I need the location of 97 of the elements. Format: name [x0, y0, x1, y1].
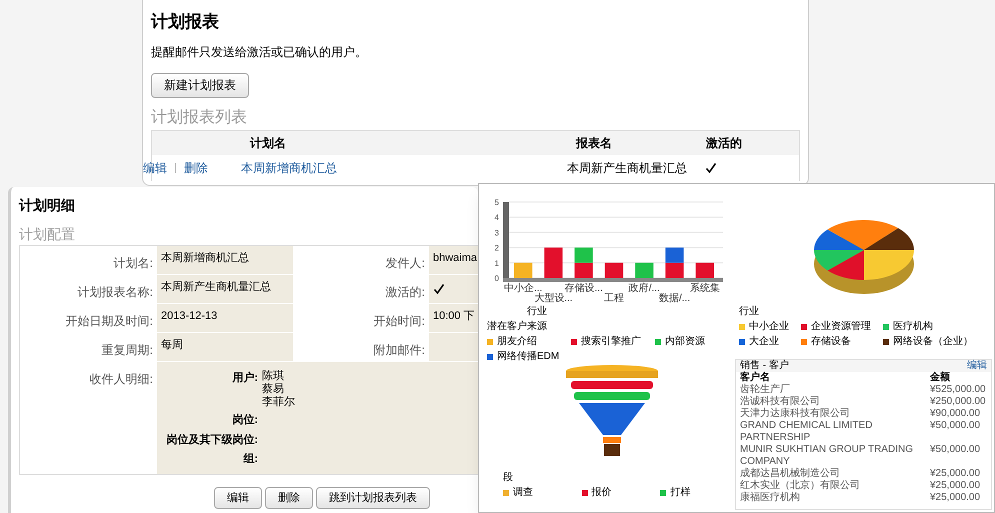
- table-cell-text: 成都达昌机械制造公司: [740, 468, 841, 480]
- field-label: 开始日期及时间:: [64, 313, 154, 330]
- bar-segment: [665, 248, 684, 263]
- category-label: 大型设...: [534, 293, 573, 304]
- group-label: 岗位:: [231, 412, 259, 428]
- group-label: 岗位及其下级岗位:: [165, 432, 259, 448]
- recipient-name: 李菲尔: [262, 396, 295, 409]
- row-link[interactable]: 删除: [184, 158, 208, 176]
- table-cell-text: 天津力达康科技有限公司: [740, 408, 851, 420]
- column-header: 激活的: [706, 134, 742, 152]
- field-label: 发件人:: [384, 255, 426, 272]
- legend-label: 调查: [513, 486, 533, 500]
- category-label: 系统集: [690, 283, 720, 294]
- row-link[interactable]: 编辑: [143, 158, 167, 176]
- legend-label: 网络传播EDM: [497, 350, 560, 364]
- table-cell: ¥90,000.00: [930, 408, 980, 420]
- category-label: 中小企...: [504, 283, 542, 294]
- plan-name-link[interactable]: 本周新增商机汇总: [241, 158, 567, 176]
- field-value: bhwaima: [429, 246, 478, 275]
- legend-label: 存储设备: [811, 334, 851, 349]
- panel-title: 计划报表: [151, 11, 220, 33]
- legend-title: 潜在客户来源: [487, 320, 548, 334]
- action-button[interactable]: 编辑: [214, 487, 262, 509]
- axis-tick-label: 1: [494, 258, 499, 268]
- field-label: 计划名:: [112, 255, 154, 272]
- field-label: 开始时间:: [372, 313, 426, 330]
- table-cell-text: GRAND CHEMICAL LIMITED PARTNERSHIP: [740, 420, 874, 444]
- table-cell-text: ¥50,000.00: [930, 444, 980, 457]
- column-header: 客户名: [740, 372, 771, 384]
- category-label: 政府/...: [628, 283, 660, 294]
- table-cell-text: MUNIR SUKHTIAN GROUP TRADING COMPANY: [740, 444, 914, 468]
- legend-title: 行业: [739, 304, 760, 319]
- field-value: 2013-12-13: [157, 304, 293, 333]
- bar-segment: [696, 262, 714, 278]
- table-cell: ¥25,000.00: [930, 480, 980, 492]
- legend-label: 搜索引擎推广: [581, 334, 641, 349]
- legend-label: 内部资源: [665, 334, 705, 349]
- table-cell-text: ¥50,000.00: [930, 420, 980, 433]
- table-cell: ¥525,000.00: [930, 384, 986, 396]
- group-label: 组:: [242, 452, 259, 467]
- column-header: 报表名: [576, 134, 613, 152]
- bar-segment: [665, 262, 684, 278]
- legend-label: 报价: [592, 486, 612, 500]
- legend-label: 打样: [670, 486, 690, 500]
- recipient-name: 蔡易: [262, 383, 285, 396]
- table-cell-text: 康福医疗机构: [740, 492, 801, 504]
- bar-segment: [604, 262, 624, 278]
- table-cell: ¥25,000.00: [930, 492, 980, 504]
- axis-tick-label: 4: [494, 213, 499, 222]
- legend-label: 大企业: [749, 334, 779, 349]
- category-label: 数据/...: [659, 293, 690, 304]
- section-heading: 计划配置: [19, 225, 76, 244]
- legend-label: 朋友介绍: [497, 335, 537, 349]
- axis-tick-label: 3: [494, 228, 499, 238]
- column-header: 金额: [930, 372, 950, 384]
- field-value: 每周: [157, 333, 293, 362]
- table-cell-text: 浩诚科技有限公司: [740, 396, 821, 408]
- table-title: 销售 - 客户: [740, 360, 789, 371]
- field-label: 计划报表名称:: [76, 284, 154, 301]
- table-cell-text: 本周新产生商机量汇总: [567, 160, 688, 176]
- bar-segment: [514, 262, 532, 278]
- field-label: 收件人明细:: [88, 371, 154, 388]
- panel-title: 计划明细: [19, 196, 76, 215]
- edit-link[interactable]: 编辑: [967, 360, 987, 372]
- field-value: 本周新增商机汇总: [157, 246, 293, 275]
- field-value: 10:00 下: [429, 304, 478, 333]
- bar-segment: [574, 262, 593, 278]
- category-label: 工程: [604, 293, 624, 304]
- bar-segment: [635, 262, 654, 278]
- note-text: 提醒邮件只发送给激活或已确认的用户。: [151, 44, 368, 60]
- field-label: 激活的:: [384, 284, 426, 301]
- bar-segment: [544, 248, 563, 278]
- section-heading: 计划报表列表: [151, 108, 248, 128]
- axis-tick-label: 2: [494, 244, 499, 253]
- legend-label: 中小企业: [749, 320, 789, 334]
- axis-tick-label: 5: [494, 198, 499, 207]
- axis-title: 行业: [527, 304, 548, 319]
- bar-segment: [574, 248, 593, 263]
- table-cell: ¥250,000.00: [930, 396, 986, 408]
- action-button[interactable]: 删除: [265, 487, 313, 509]
- legend-title: 段: [503, 471, 514, 485]
- table-cell: ¥25,000.00: [930, 468, 980, 480]
- table-cell-text: 红木实业（北京）有限公司: [740, 480, 861, 492]
- column-header: 计划名: [250, 134, 287, 152]
- action-button[interactable]: 跳到计划报表列表: [316, 487, 430, 509]
- legend-label: 企业资源管理: [811, 320, 871, 334]
- category-label: 存储设...: [564, 283, 603, 294]
- field-value: 本周新产生商机量汇总: [157, 275, 293, 304]
- axis-tick-label: 0: [494, 274, 499, 283]
- table-cell-text: 齿轮生产厂: [740, 384, 791, 396]
- recipient-name: 陈琪: [262, 370, 285, 383]
- field-label: 附加邮件:: [372, 342, 426, 359]
- new-report-button[interactable]: 新建计划报表: [151, 72, 249, 98]
- group-label: 用户:: [231, 370, 259, 386]
- legend-label: 网络设备（企业）: [893, 334, 973, 349]
- legend-label: 医疗机构: [893, 320, 933, 334]
- field-label: 重复周期:: [100, 342, 154, 359]
